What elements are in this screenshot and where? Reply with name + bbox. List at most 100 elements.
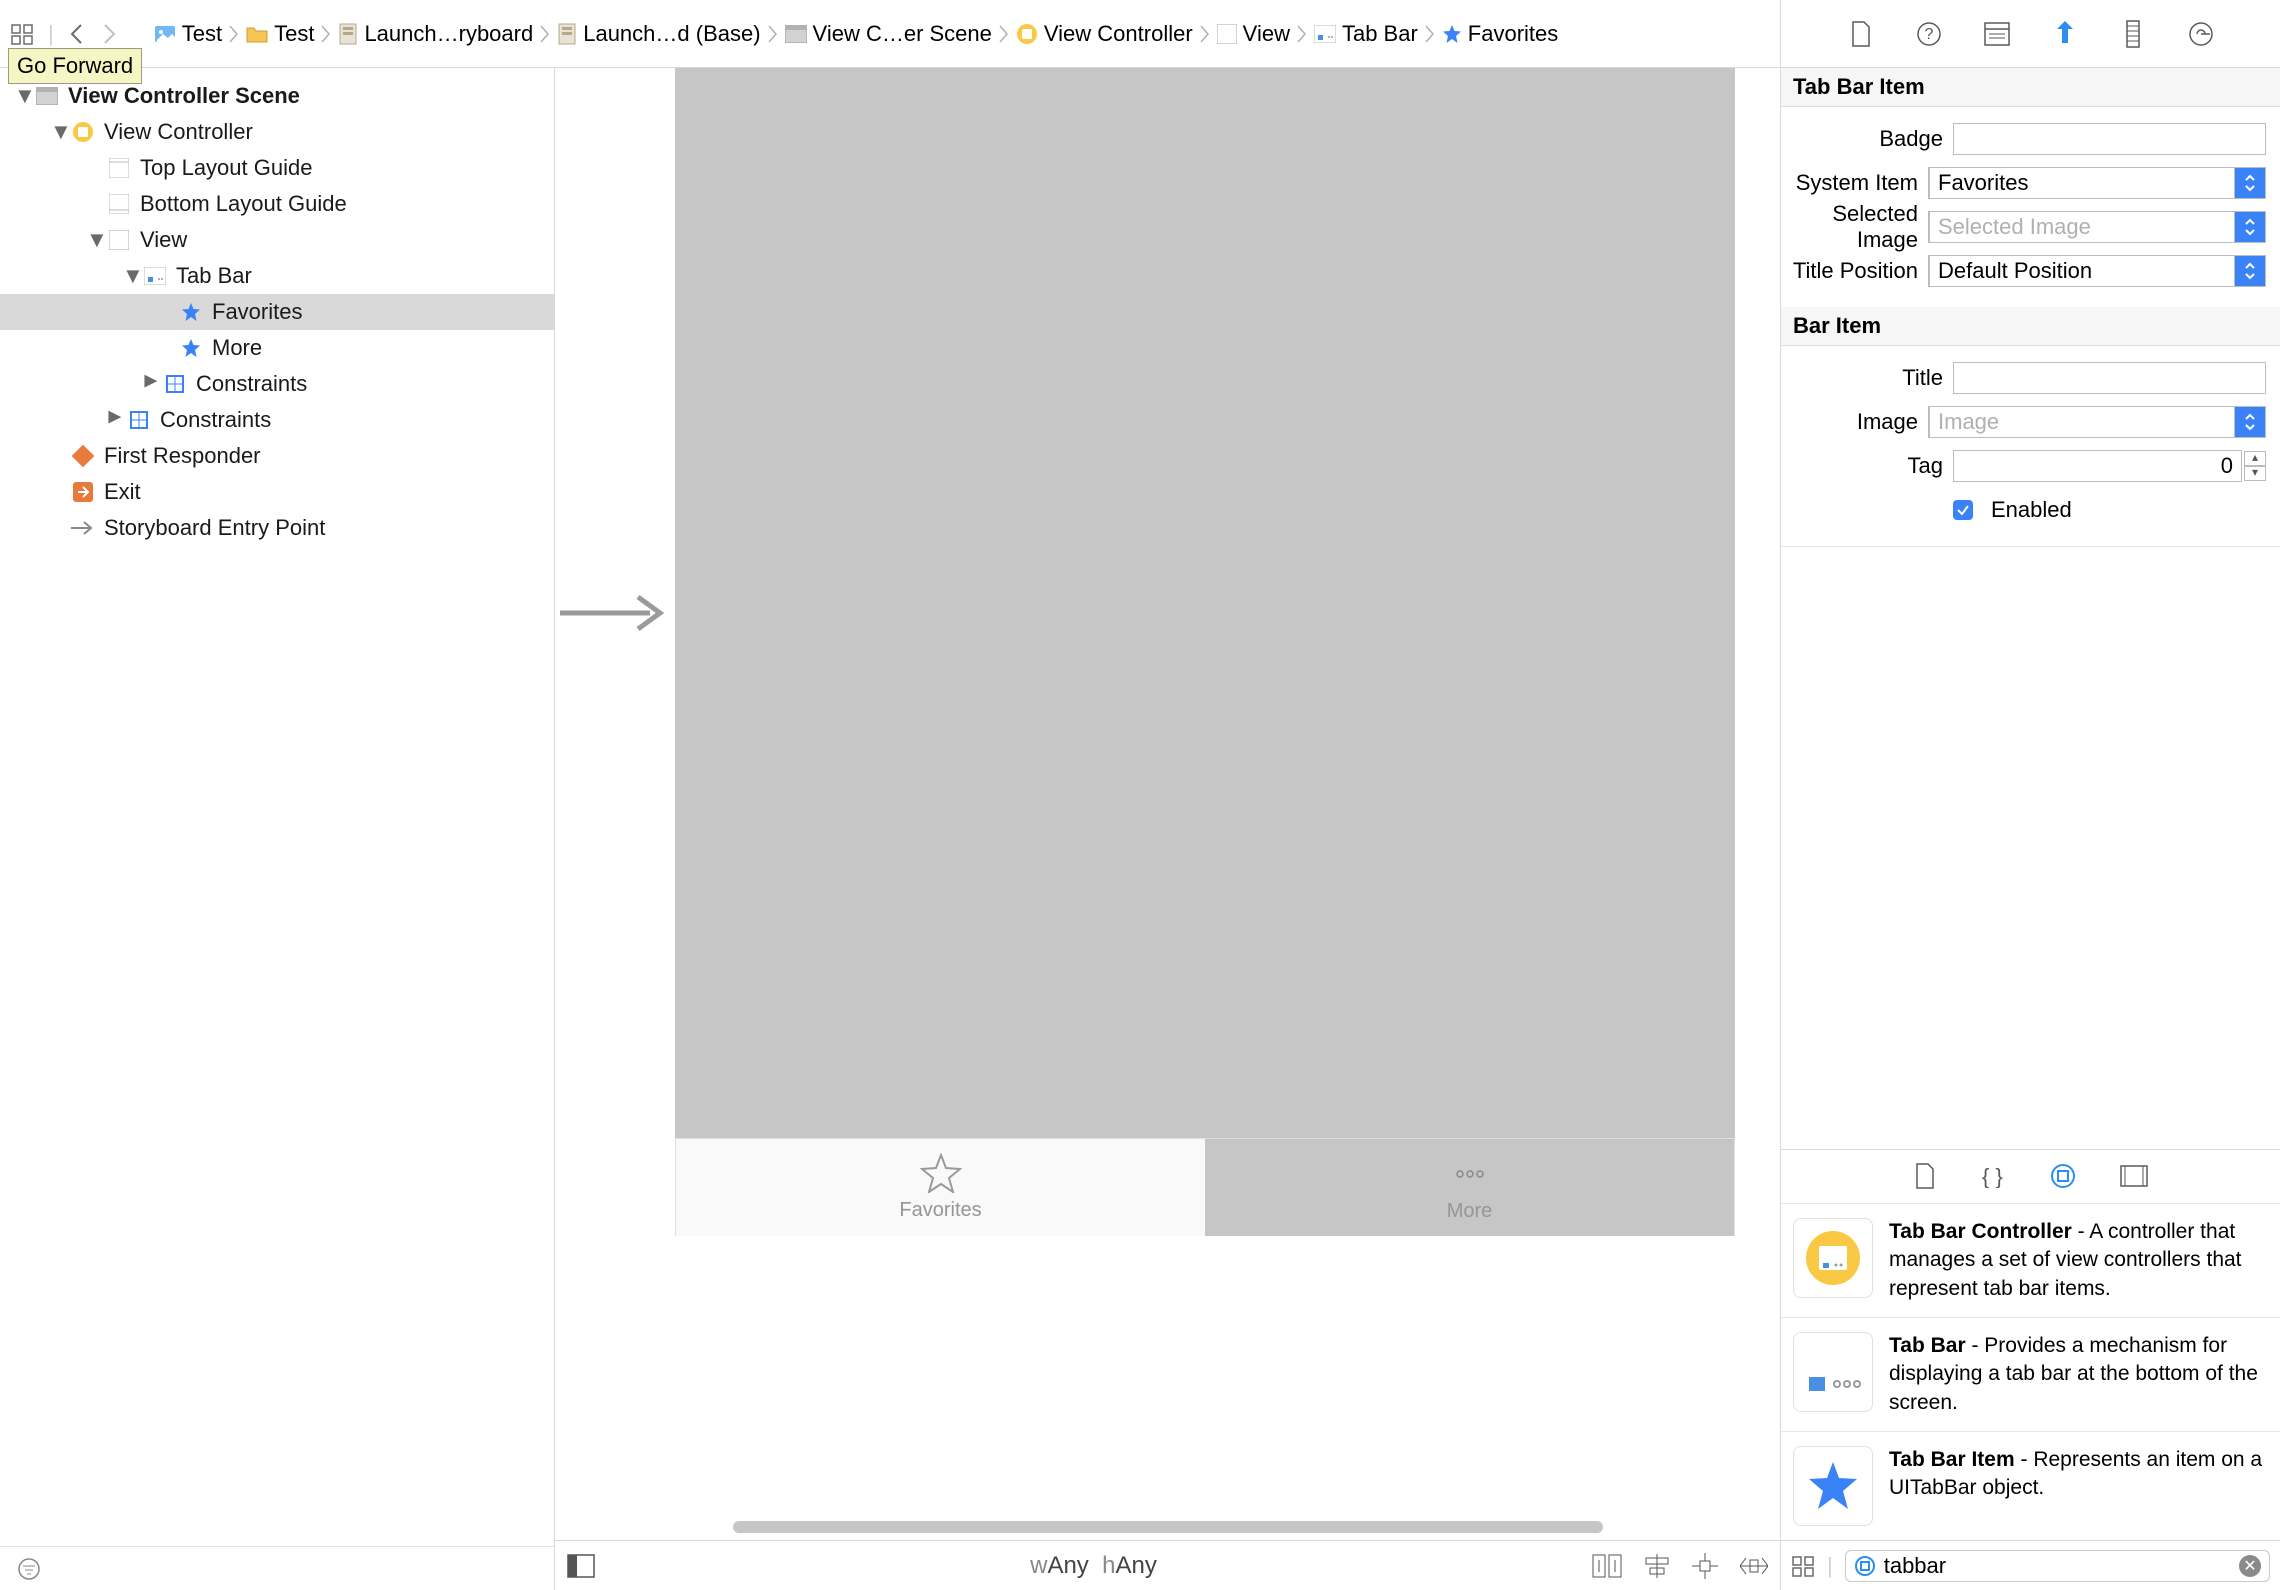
outline-more[interactable]: More xyxy=(0,330,554,366)
resolve-issues-icon[interactable] xyxy=(1740,1554,1768,1578)
system-item-label: System Item xyxy=(1781,170,1918,196)
selected-image-combo[interactable] xyxy=(1928,211,2266,243)
breadcrumb-item[interactable]: Launch…d (Base) xyxy=(557,21,760,47)
align-icon[interactable] xyxy=(1644,1554,1670,1578)
identity-inspector-icon[interactable] xyxy=(1982,19,2012,49)
breadcrumb-item[interactable]: Test xyxy=(246,21,314,47)
object-library-icon[interactable] xyxy=(2050,1163,2076,1189)
attributes-inspector-icon[interactable] xyxy=(2050,19,2080,49)
file-template-library-icon[interactable] xyxy=(1914,1163,1936,1189)
entry-point-icon xyxy=(70,518,96,538)
library-item-icon xyxy=(1793,1332,1873,1412)
breadcrumb-separator-icon xyxy=(1296,24,1308,44)
outline-view-controller[interactable]: ▼ View Controller xyxy=(0,114,554,150)
library-item[interactable]: Tab Bar - Provides a mechanism for displ… xyxy=(1781,1317,2280,1431)
breadcrumb-item[interactable]: View xyxy=(1217,21,1290,47)
library-grid-icon[interactable] xyxy=(1791,1554,1815,1578)
title-position-label: Title Position xyxy=(1781,258,1918,284)
outline-constraints-1[interactable]: ▼ Constraints xyxy=(0,366,554,402)
storyboard-icon xyxy=(557,23,577,45)
selected-image-label: Selected Image xyxy=(1781,201,1918,253)
stack-icon[interactable] xyxy=(1592,1554,1622,1578)
quick-help-icon[interactable]: ? xyxy=(1914,19,1944,49)
library-search-input[interactable] xyxy=(1884,1553,2231,1579)
star-icon xyxy=(178,338,204,358)
canvas-footer: wAny hAny xyxy=(555,1540,1780,1590)
title-input[interactable] xyxy=(1953,362,2266,394)
library-item[interactable]: Tab Bar Controller - A controller that m… xyxy=(1781,1203,2280,1317)
breadcrumb-item[interactable]: View Controller xyxy=(1016,21,1193,47)
constraints-icon xyxy=(126,410,152,430)
folder-icon xyxy=(246,25,268,43)
title-position-select[interactable] xyxy=(1928,255,2266,287)
breadcrumb-item[interactable]: View C…er Scene xyxy=(785,21,992,47)
breadcrumb-item[interactable]: Test xyxy=(154,21,222,47)
toggle-outline-icon[interactable] xyxy=(567,1554,595,1578)
go-back-icon[interactable] xyxy=(68,23,86,45)
first-responder-icon xyxy=(70,446,96,466)
tag-stepper[interactable]: ▴▾ xyxy=(2244,451,2266,481)
jump-bar: | TestTestLaunch…ryboardLaunch…d (Base)V… xyxy=(0,0,1780,68)
viewcontroller-icon xyxy=(1016,23,1038,45)
image-combo[interactable] xyxy=(1928,406,2266,438)
clear-search-icon[interactable]: ✕ xyxy=(2239,1555,2261,1577)
star-icon xyxy=(178,302,204,322)
filter-icon[interactable] xyxy=(16,1556,42,1582)
section-tab-bar-item: Tab Bar Item xyxy=(1781,68,2280,107)
library-search[interactable]: ✕ xyxy=(1845,1550,2270,1582)
outline-top-layout-guide[interactable]: Top Layout Guide xyxy=(0,150,554,186)
utilities-panel: Tab Bar Item Badge System Item Selected … xyxy=(1780,68,2280,1590)
outline-favorites[interactable]: Favorites xyxy=(0,294,554,330)
outline-first-responder[interactable]: First Responder xyxy=(0,438,554,474)
badge-input[interactable] xyxy=(1953,123,2266,155)
enabled-checkbox[interactable] xyxy=(1953,500,1973,520)
svg-text:{ }: { } xyxy=(1982,1164,2003,1188)
storyboard-icon xyxy=(338,23,358,45)
outline-scene[interactable]: ▼ View Controller Scene xyxy=(0,78,554,114)
enabled-label: Enabled xyxy=(1991,497,2072,523)
breadcrumb-separator-icon xyxy=(767,24,779,44)
canvas-tab-bar[interactable]: Favorites More xyxy=(675,1138,1735,1236)
related-items-icon[interactable] xyxy=(10,22,34,46)
document-outline: ▼ View Controller Scene ▼ View Controlle… xyxy=(0,68,555,1590)
breadcrumb-item[interactable]: Tab Bar xyxy=(1314,21,1418,47)
view-icon xyxy=(106,230,132,250)
media-library-icon[interactable] xyxy=(2120,1165,2148,1187)
size-class-control[interactable]: wAny hAny xyxy=(1030,1552,1157,1580)
library-list: Tab Bar Controller - A controller that m… xyxy=(1781,1203,2280,1540)
outline-constraints-2[interactable]: ▼ Constraints xyxy=(0,402,554,438)
breadcrumb-separator-icon xyxy=(539,24,551,44)
image-blue-icon xyxy=(154,23,176,45)
breadcrumb-separator-icon xyxy=(1424,24,1436,44)
breadcrumb-item[interactable]: Favorites xyxy=(1442,21,1558,47)
system-item-select[interactable] xyxy=(1928,167,2266,199)
size-inspector-icon[interactable] xyxy=(2118,19,2148,49)
canvas-tab-favorites[interactable]: Favorites xyxy=(676,1139,1205,1236)
outline-bottom-layout-guide[interactable]: Bottom Layout Guide xyxy=(0,186,554,222)
star-outline-icon xyxy=(920,1153,962,1193)
breadcrumb-item[interactable]: Launch…ryboard xyxy=(338,21,533,47)
outline-view[interactable]: ▼ View xyxy=(0,222,554,258)
pin-icon[interactable] xyxy=(1692,1553,1718,1579)
library-item[interactable]: Tab Bar Item - Represents an item on a U… xyxy=(1781,1431,2280,1540)
section-bar-item: Bar Item xyxy=(1781,307,2280,346)
tag-input[interactable] xyxy=(1953,450,2242,482)
connections-inspector-icon[interactable] xyxy=(2186,19,2216,49)
tabbar-icon xyxy=(142,266,168,286)
code-snippet-library-icon[interactable]: { } xyxy=(1980,1164,2006,1188)
view-canvas[interactable] xyxy=(675,68,1735,1236)
design-surface[interactable]: Favorites More xyxy=(555,68,1780,1514)
constraints-icon xyxy=(162,374,188,394)
outline-exit[interactable]: Exit xyxy=(0,474,554,510)
chevron-up-down-icon xyxy=(2235,256,2265,286)
canvas-scrollbar[interactable] xyxy=(555,1514,1780,1540)
outline-entry-point[interactable]: Storyboard Entry Point xyxy=(0,510,554,546)
canvas-tab-more[interactable]: More xyxy=(1205,1139,1734,1236)
outline-tab-bar[interactable]: ▼ Tab Bar xyxy=(0,258,554,294)
outline-filter-bar xyxy=(0,1546,554,1590)
file-inspector-icon[interactable] xyxy=(1846,19,1876,49)
search-scope-icon[interactable] xyxy=(1854,1555,1876,1577)
go-forward-icon[interactable] xyxy=(100,23,118,45)
exit-icon xyxy=(70,482,96,502)
entry-arrow-icon xyxy=(560,593,670,633)
